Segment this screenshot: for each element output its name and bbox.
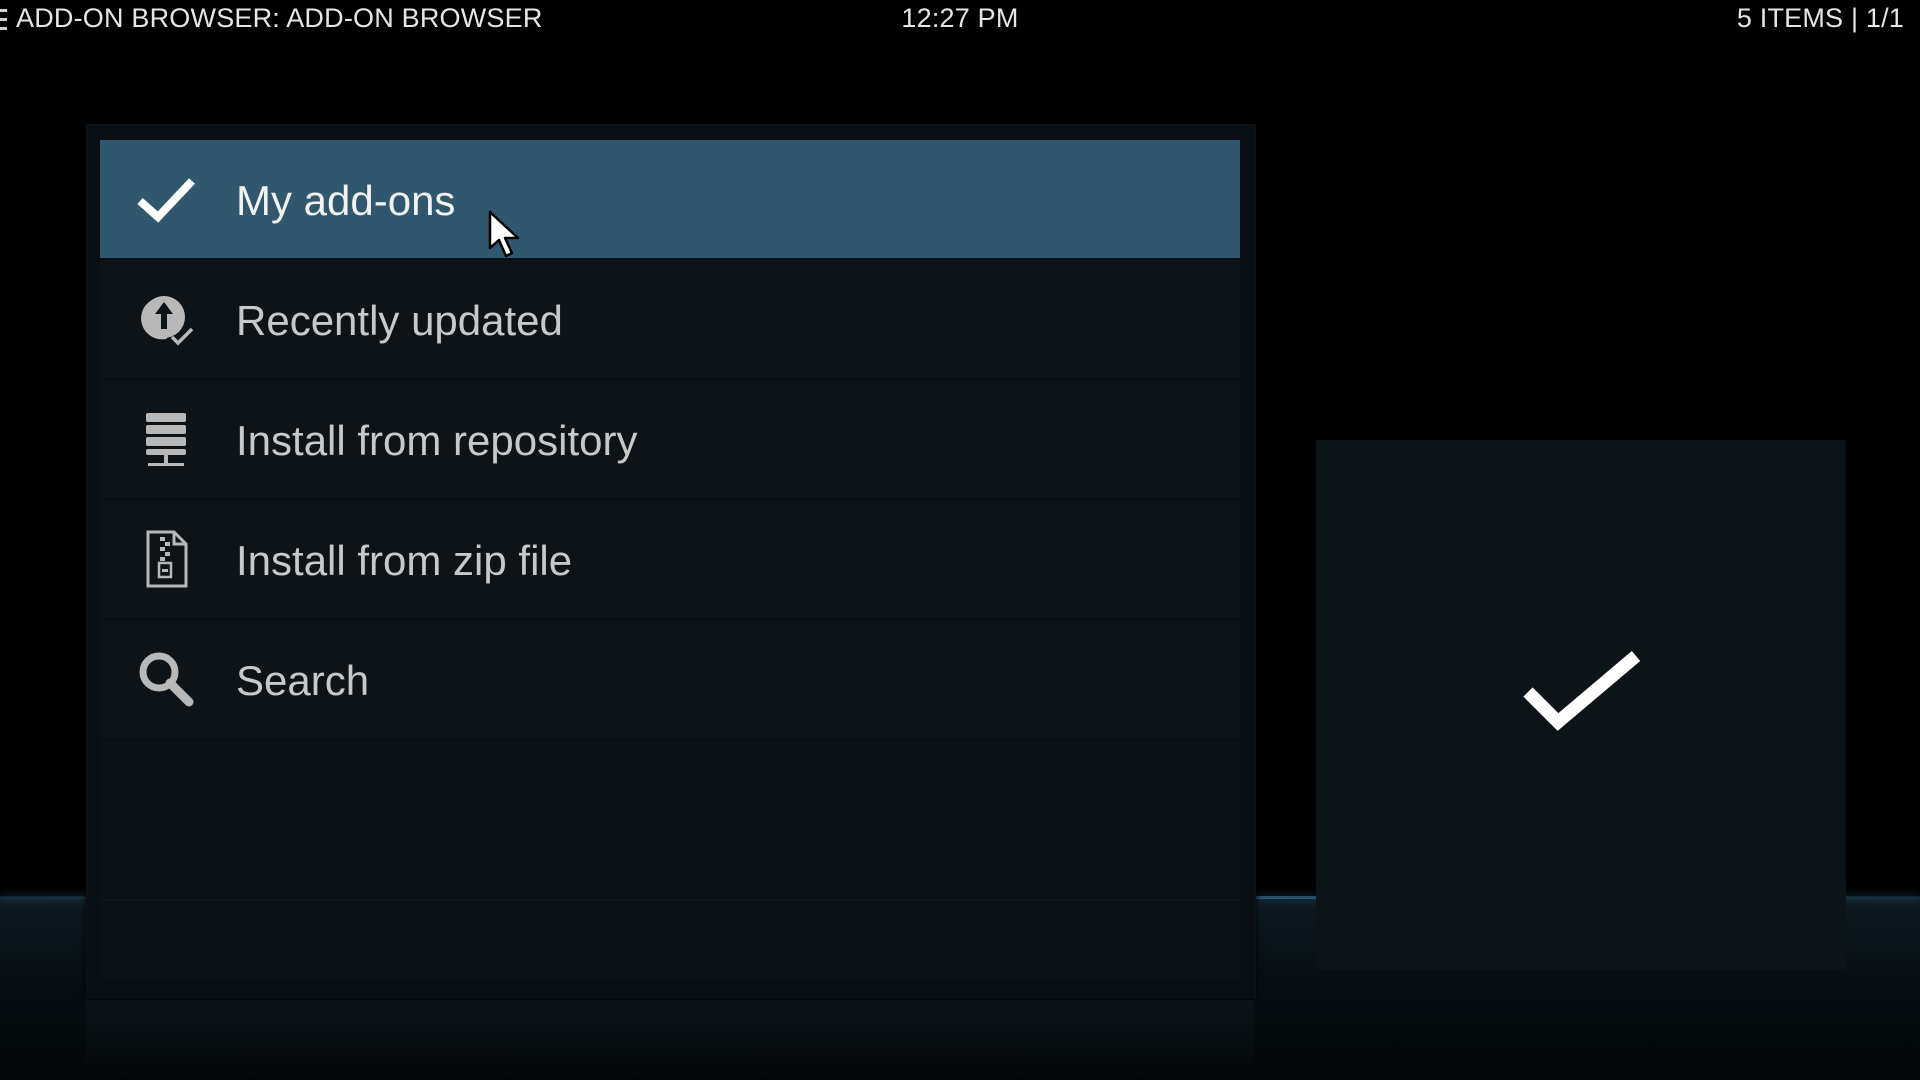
checkmark-icon xyxy=(1523,651,1641,731)
clock: 12:27 PM xyxy=(901,3,1019,33)
item-counter: 5 ITEMS | 1/1 xyxy=(1736,3,1904,33)
zip-file-icon xyxy=(136,529,196,589)
menu-item-install-from-zip[interactable]: Install from zip file xyxy=(100,500,1240,618)
mouse-cursor-icon xyxy=(488,210,522,258)
top-bar: ADD-ON BROWSER: ADD-ON BROWSER 12:27 PM … xyxy=(0,0,1920,40)
menu-item-recently-updated[interactable]: Recently updated xyxy=(100,260,1240,378)
menu-item-label: Install from zip file xyxy=(236,537,573,584)
row-divider xyxy=(100,900,1240,901)
magnifier-icon xyxy=(136,649,196,709)
menu-item-my-addons[interactable]: My add-ons xyxy=(100,140,1240,258)
menu-item-install-from-repository[interactable]: Install from repository xyxy=(100,380,1240,498)
addon-menu-list: My add-ons Recently updated Install from… xyxy=(100,140,1240,740)
menu-item-label: My add-ons xyxy=(236,177,456,224)
repository-server-icon xyxy=(136,409,196,469)
preview-panel xyxy=(1316,440,1846,970)
menu-item-label: Search xyxy=(236,657,370,704)
panel-reflection xyxy=(86,1000,1254,1080)
menu-item-search[interactable]: Search xyxy=(100,620,1240,738)
kodi-window: ADD-ON BROWSER: ADD-ON BROWSER 12:27 PM … xyxy=(0,0,1920,1080)
checkmark-icon xyxy=(136,169,196,229)
list-empty-area xyxy=(100,740,1240,980)
menu-item-label: Install from repository xyxy=(236,417,638,464)
update-check-icon xyxy=(136,289,196,349)
menu-item-label: Recently updated xyxy=(236,297,563,344)
